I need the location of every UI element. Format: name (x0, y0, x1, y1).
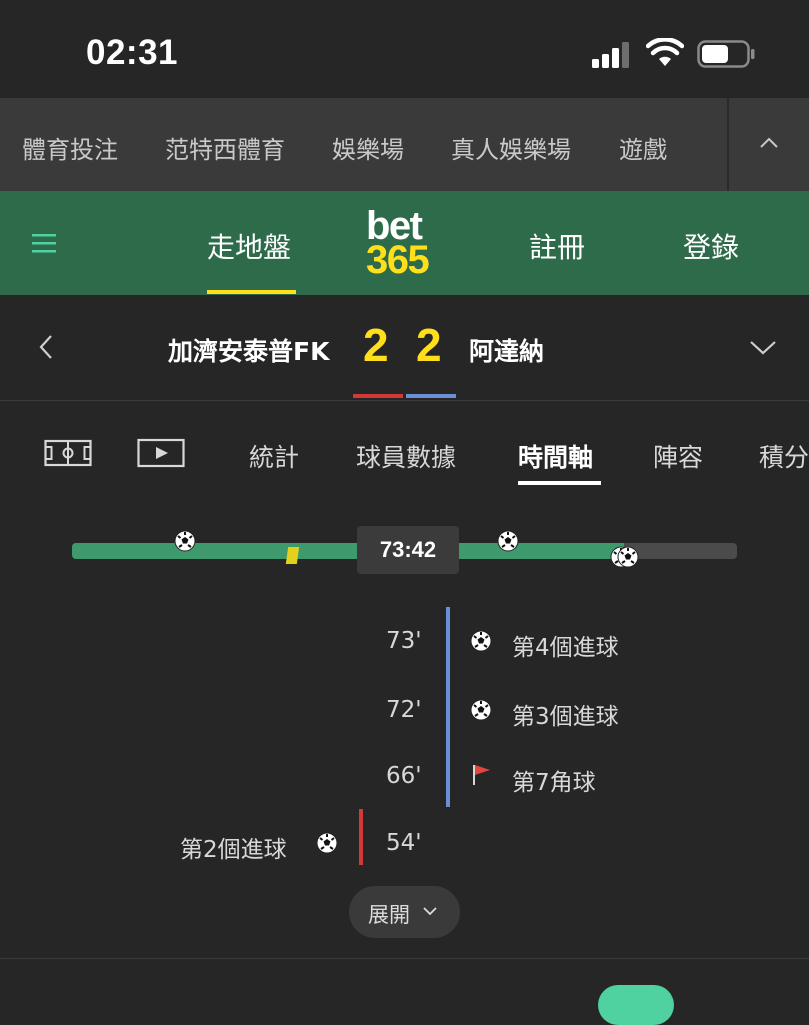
event-minute: 54' (386, 830, 422, 856)
nav-divider (727, 98, 729, 191)
cellular-signal-icon (592, 42, 629, 68)
home-team-name: 加濟安泰普FK (168, 337, 330, 366)
bet365-logo[interactable]: bet 365 (366, 206, 444, 282)
chevron-down-icon (423, 907, 437, 916)
tab-lineups[interactable]: 陣容 (653, 438, 703, 474)
category-live-casino[interactable]: 真人娛樂場 (451, 130, 571, 165)
pitch-icon[interactable] (44, 438, 92, 468)
ball-icon (316, 832, 338, 854)
match-clock: 73:42 (379, 537, 437, 562)
away-timeline-line (446, 607, 450, 807)
ball-icon (470, 630, 492, 652)
active-tab-indicator (518, 481, 601, 485)
away-team-name: 阿達納 (469, 337, 545, 366)
home-timeline-line (359, 809, 363, 865)
hamburger-menu-icon[interactable] (32, 232, 56, 254)
tab-in-play[interactable]: 走地盤 (207, 226, 291, 266)
category-fantasy-sports[interactable]: 范特西體育 (165, 130, 285, 165)
event-minute: 66' (386, 763, 422, 789)
chevron-left-icon[interactable] (36, 333, 56, 361)
wifi-icon (646, 38, 684, 66)
category-nav: 體育投注 范特西體育 娛樂場 真人娛樂場 遊戲 (0, 98, 809, 191)
yellow-card-icon (285, 547, 300, 564)
ball-icon (497, 530, 519, 552)
expand-button-label: 展開 (368, 903, 410, 927)
chevron-up-icon[interactable] (756, 130, 782, 156)
video-icon[interactable] (137, 438, 185, 468)
match-progress-fill (72, 543, 624, 559)
scoreboard (0, 295, 809, 400)
event-minute: 72' (386, 697, 422, 723)
ball-icon (174, 530, 196, 552)
chevron-down-icon[interactable] (748, 336, 778, 358)
event-label: 第4個進球 (512, 635, 619, 661)
active-tab-indicator (207, 290, 296, 294)
event-minute: 73' (386, 628, 422, 654)
status-time: 02:31 (86, 33, 179, 72)
event-label: 第3個進球 (512, 704, 619, 730)
away-team-color-bar (406, 394, 456, 398)
register-link[interactable]: 註冊 (529, 226, 585, 266)
battery-icon (697, 40, 755, 68)
tab-player-stats[interactable]: 球員數據 (356, 438, 456, 474)
category-sports[interactable]: 體育投注 (22, 130, 118, 165)
tab-standings[interactable]: 積分 (759, 438, 809, 474)
ball-icon (470, 699, 492, 721)
away-score: 2 (416, 319, 442, 371)
login-link[interactable]: 登錄 (683, 226, 739, 266)
bottom-pill-button[interactable] (598, 985, 674, 1025)
event-label: 第7角球 (512, 770, 596, 796)
logo-text-365: 365 (366, 238, 430, 282)
home-team-color-bar (353, 394, 403, 398)
corner-flag-icon (473, 765, 490, 785)
tab-timeline[interactable]: 時間軸 (518, 438, 593, 474)
tab-stats[interactable]: 統計 (249, 438, 299, 474)
bottom-content-cutoff (0, 959, 809, 1000)
category-casino[interactable]: 娛樂場 (332, 130, 404, 165)
event-label: 第2個進球 (180, 837, 287, 863)
home-score: 2 (363, 319, 389, 371)
ball-icon (617, 546, 639, 568)
category-games[interactable]: 遊戲 (619, 130, 667, 165)
